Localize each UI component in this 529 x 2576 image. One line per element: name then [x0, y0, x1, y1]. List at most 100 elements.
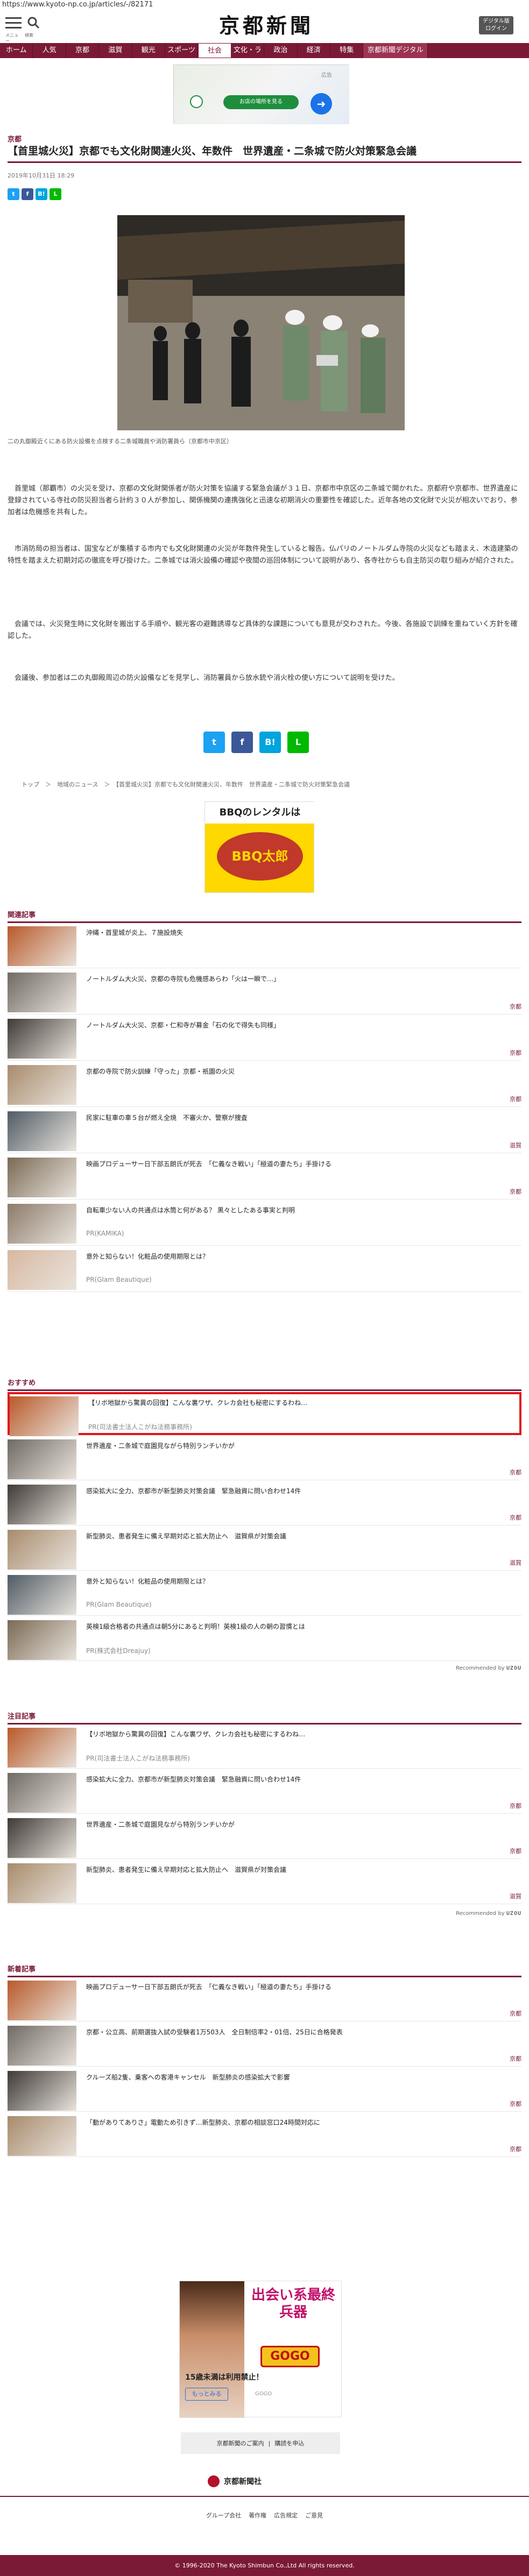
- item-region-tag[interactable]: 滋賀: [510, 1892, 521, 1900]
- list-item[interactable]: 世界遺産・二条城で庭園見ながら特別ランチいかが京都: [8, 1437, 521, 1480]
- nav-tab[interactable]: 観光: [132, 43, 165, 58]
- footer-link[interactable]: 購読を申込: [274, 2439, 304, 2447]
- nav-tab[interactable]: 社会: [198, 43, 231, 58]
- article-photo[interactable]: [117, 215, 405, 430]
- facebook-share-icon[interactable]: f: [231, 732, 253, 753]
- directions-icon[interactable]: ➜: [311, 93, 332, 115]
- thumbnail: [8, 926, 76, 966]
- nav-tab[interactable]: 京都: [66, 43, 100, 58]
- thumbnail: [8, 1065, 76, 1105]
- list-item[interactable]: ノートルダム大火災、京都・仁和寺が募金「石の化で得失も同様」 京都: [8, 1017, 521, 1061]
- list-item[interactable]: 沖縄・首里城が炎上、７施設焼失: [8, 924, 521, 968]
- item-title: 京都・公立高、前期選抜入試の受験者1万503人 全日制倍率2・01倍、25日に合…: [86, 2028, 343, 2036]
- list-item[interactable]: 新型肺炎、患者発生に備え早期対応と拡大防止へ 滋賀県が対策会議 滋賀: [8, 1861, 521, 1904]
- item-region-tag[interactable]: 滋賀: [510, 1141, 521, 1149]
- breadcrumb[interactable]: トップ ＞ 地域のニュース ＞ 【首里城火災】京都でも文化財関連火災、年数件 世…: [22, 780, 350, 789]
- ad-sponsor: GOGO: [255, 2391, 272, 2397]
- thumbnail: [8, 1158, 76, 1197]
- hatena-share-icon[interactable]: B!: [36, 188, 47, 200]
- twitter-share-icon[interactable]: t: [8, 188, 19, 200]
- line-share-icon[interactable]: L: [287, 732, 309, 753]
- recommended-by[interactable]: Recommended by UZOU: [456, 1665, 521, 1671]
- section-heading: 新着記事: [8, 1963, 521, 1977]
- item-title: 【リボ地獄から驚異の回復】こんな裏ワザ、クレカ会社も秘密にするわね…: [86, 1730, 306, 1738]
- list-item[interactable]: 【リボ地獄から驚異の回復】こんな裏ワザ、クレカ会社も秘密にするわね… PR(司法書…: [8, 1726, 521, 1769]
- twitter-share-icon[interactable]: t: [203, 732, 225, 753]
- site-logo[interactable]: 京都新聞: [215, 13, 318, 39]
- nav-tab[interactable]: 政治: [264, 43, 298, 58]
- menu-button[interactable]: メニュー: [5, 17, 22, 44]
- company-brand[interactable]: 京都新聞社: [208, 2473, 321, 2489]
- list-item[interactable]: 映画プロデューサー日下部五朗氏が死去 「仁義なき戦い」「極道の妻たち」手掛ける京…: [8, 1155, 521, 1200]
- search-button[interactable]: 検索: [25, 16, 40, 38]
- item-region-tag[interactable]: 京都: [510, 1847, 521, 1855]
- thumbnail: [8, 1981, 76, 2020]
- footer-link[interactable]: 著作権: [249, 2511, 266, 2520]
- nav-tab[interactable]: 経済: [298, 43, 330, 58]
- line-share-icon[interactable]: L: [50, 188, 61, 200]
- share-buttons-top: t f B! L: [8, 188, 61, 200]
- item-region-tag[interactable]: 京都: [510, 2099, 521, 2108]
- list-item[interactable]: 意外と知らない！化粧品の使用期限とは？ PR(Glam Beautique): [8, 1248, 521, 1292]
- bbq-rental-ad[interactable]: BBQのレンタルは BBQ太郎: [204, 801, 315, 893]
- item-region-tag[interactable]: 京都: [510, 1048, 521, 1057]
- list-item[interactable]: 感染拡大に全力、京都市が新型肺炎対策会議 緊急融資に問い合わせ14件 京都: [8, 1771, 521, 1814]
- footer-link[interactable]: 京都新聞のご案内: [217, 2439, 264, 2447]
- item-region-tag[interactable]: 京都: [510, 1187, 521, 1196]
- footer-link[interactable]: ご意見: [305, 2511, 323, 2520]
- nav-tab[interactable]: 人気: [33, 43, 66, 58]
- list-item[interactable]: 英検1級合格者の共通点は朝5分にあると判明！英検1級の人の朝の習慣とは PR(株式…: [8, 1618, 521, 1661]
- list-item[interactable]: 【リボ地獄から驚異の回復】こんな裏ワザ、クレカ会社も秘密にするわね… PR(司法書…: [8, 1392, 521, 1436]
- item-title: 英検1級合格者の共通点は朝5分にあると判明！英検1級の人の朝の習慣とは: [86, 1623, 305, 1630]
- list-item[interactable]: 「動がありてありさ」電動ため引きず…新型肺炎、京都の相談窓口24時間対応に 京都: [8, 2114, 521, 2157]
- list-item[interactable]: クルーズ船2隻、乗客への客港キャンセル 新型肺炎の感染拡大で影響 京都: [8, 2069, 521, 2112]
- item-source: PR(司法書士法人こがね法務事務所): [88, 1423, 192, 1431]
- nav-tab[interactable]: スポーツ: [165, 43, 199, 58]
- recommended-by[interactable]: Recommended by UZOU: [456, 1911, 521, 1917]
- list-item[interactable]: ノートルダム大火災、京都の寺院も危機感あらわ「火は一瞬で…」 京都: [8, 970, 521, 1014]
- list-item[interactable]: 感染拡大に全力、京都市が新型肺炎対策会議 緊急融資に問い合わせ14件 京都: [8, 1482, 521, 1525]
- share-buttons-bottom: t f B! L: [203, 732, 309, 753]
- item-title: 新型肺炎、患者発生に備え早期対応と拡大防止へ 滋賀県が対策会議: [86, 1532, 287, 1540]
- map-ad[interactable]: 広告 お店の場所を見る ➜: [173, 65, 349, 124]
- article-category[interactable]: 京都: [8, 133, 22, 144]
- item-region-tag[interactable]: 京都: [510, 2054, 521, 2063]
- footer-link[interactable]: 広告規定: [274, 2511, 298, 2520]
- url-bar[interactable]: https://www.kyoto-np.co.jp/articles/-/82…: [0, 0, 529, 10]
- list-item[interactable]: 自転車少ない人の共通点は水筒と何がある？ 黒々としたある事実と判明 PR(KAMI…: [8, 1202, 521, 1246]
- company-name: 京都新聞社: [224, 2478, 262, 2486]
- item-title: 世界遺産・二条城で庭園見ながら特別ランチいかが: [86, 1442, 235, 1450]
- list-item[interactable]: 京都の寺院で防火訓練「守った」京都・祇園の火災 京都: [8, 1063, 521, 1107]
- bottom-ad[interactable]: 出会い系最終兵器 GOGO 15歳未満は利用禁止！ もっとみる GOGO: [179, 2281, 342, 2418]
- footer-link[interactable]: グループ会社: [206, 2511, 241, 2520]
- article-paragraph: 市消防局の担当者は、国宝などが集積する市内でも文化財関連の火災が年数件発生してい…: [8, 545, 518, 565]
- item-region-tag[interactable]: 京都: [510, 1095, 521, 1103]
- item-title: 意外と知らない！化粧品の使用期限とは？: [86, 1253, 209, 1260]
- list-item[interactable]: 意外と知らない！化粧品の使用期限とは？ PR(Glam Beautique): [8, 1573, 521, 1616]
- list-item[interactable]: 新型肺炎、患者発生に備え早期対応と拡大防止へ 滋賀県が対策会議滋賀: [8, 1528, 521, 1571]
- item-region-tag[interactable]: 京都: [510, 2009, 521, 2018]
- thumbnail: [8, 1204, 76, 1244]
- location-pin-icon: [190, 95, 203, 108]
- item-region-tag[interactable]: 京都: [510, 1801, 521, 1810]
- nav-tab[interactable]: 文化・ライフ: [231, 43, 265, 69]
- list-item[interactable]: 世界遺産・二条城で庭園見ながら特別ランチいかが 京都: [8, 1816, 521, 1859]
- store-location-button[interactable]: お店の場所を見る: [223, 95, 299, 109]
- ad-more-button[interactable]: もっとみる: [185, 2388, 228, 2401]
- thumbnail: [8, 1439, 76, 1479]
- item-region-tag[interactable]: 京都: [510, 1002, 521, 1011]
- digital-login-button[interactable]: デジタル版 ログイン: [479, 16, 513, 34]
- nav-tab[interactable]: ホーム: [0, 43, 33, 58]
- list-item[interactable]: 民家に駐車の車５台が燃え全焼 不審火か、警察が捜査 滋賀: [8, 1109, 521, 1153]
- nav-tab[interactable]: 京都新聞デジタル: [363, 43, 428, 58]
- nav-tab[interactable]: 特集: [330, 43, 364, 58]
- item-region-tag[interactable]: 滋賀: [510, 1558, 521, 1567]
- item-region-tag[interactable]: 京都: [510, 1468, 521, 1477]
- nav-tab[interactable]: 滋賀: [99, 43, 132, 58]
- facebook-share-icon[interactable]: f: [22, 188, 33, 200]
- item-region-tag[interactable]: 京都: [510, 2145, 521, 2153]
- list-item[interactable]: 京都・公立高、前期選抜入試の受験者1万503人 全日制倍率2・01倍、25日に合…: [8, 2024, 521, 2067]
- item-region-tag[interactable]: 京都: [510, 1513, 521, 1522]
- hatena-share-icon[interactable]: B!: [259, 732, 281, 753]
- list-item[interactable]: 映画プロデューサー日下部五朗氏が死去 「仁義なき戦い」「極道の妻たち」手掛ける京…: [8, 1978, 521, 2021]
